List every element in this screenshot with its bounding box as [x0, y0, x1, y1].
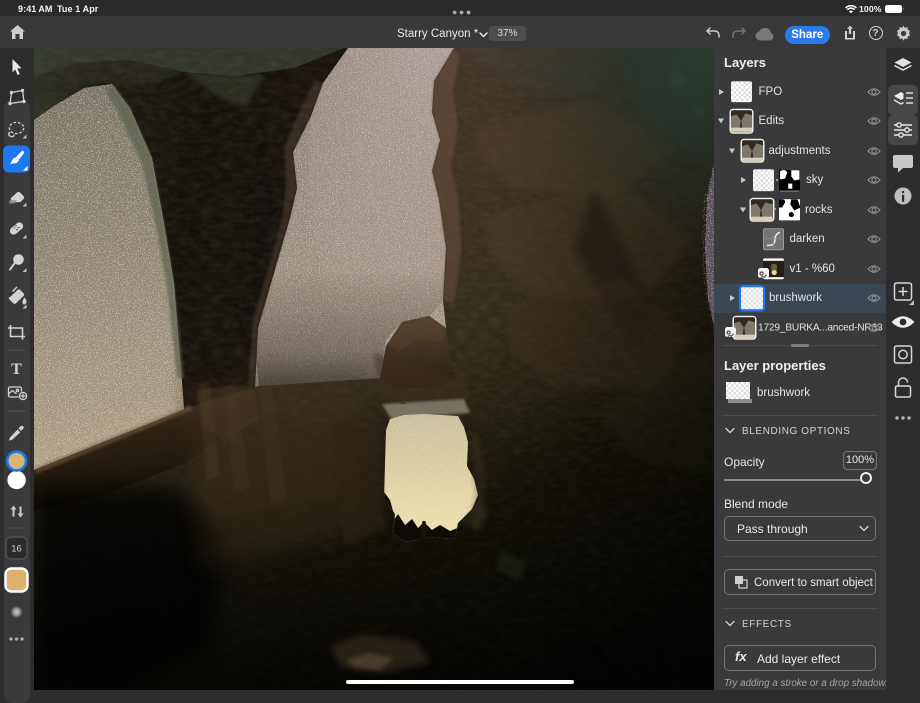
svg-text:T: T [11, 361, 22, 378]
svg-text:16: 16 [11, 544, 22, 555]
